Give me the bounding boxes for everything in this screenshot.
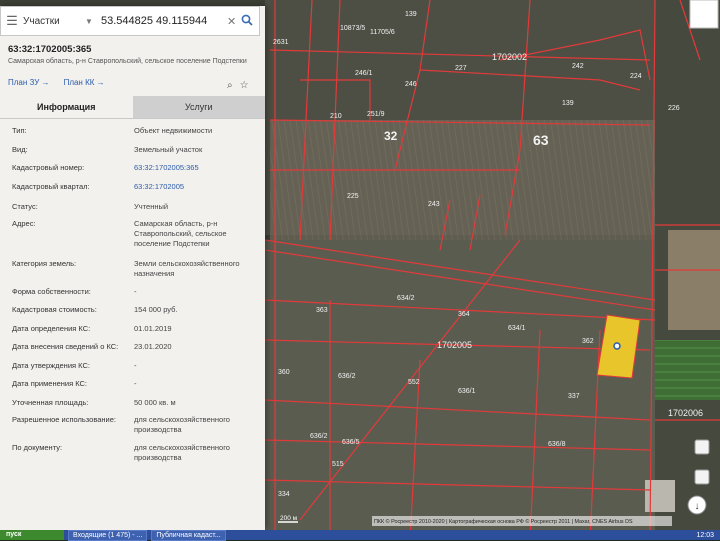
os-taskbar: пуск Входящие (1 475) - ... Публичная ка… — [0, 529, 720, 541]
field-label: Кадастровая стоимость: — [12, 305, 97, 314]
field-label: Форма собственности: — [12, 287, 91, 296]
map-control-button[interactable] — [689, 0, 719, 29]
building-patch — [645, 480, 675, 512]
map-label: 634/2 — [397, 295, 415, 302]
map-label: 334 — [278, 491, 290, 498]
field-label: Дата определения КС: — [12, 324, 91, 333]
search-icon[interactable] — [241, 14, 259, 29]
field-value: для сельскохозяйственного производства — [134, 443, 230, 462]
map-label: 515 — [332, 461, 344, 468]
tab-services[interactable]: Услуги — [132, 96, 265, 118]
map-label: 1702006 — [668, 408, 703, 418]
map-label: 11705/6 — [370, 29, 395, 36]
layer-select[interactable]: Участки — [23, 16, 85, 27]
map-label: 634/1 — [508, 325, 526, 332]
quarter-link[interactable]: 63:32:1702005 — [134, 182, 260, 192]
clock: 12:03 — [696, 531, 714, 539]
field-value: - — [134, 379, 137, 388]
map-label: 2631 — [273, 39, 289, 46]
map-label: 1702005 — [437, 340, 472, 350]
clear-icon[interactable]: ✕ — [227, 15, 241, 28]
map-label: 139 — [405, 11, 417, 18]
field-label: По документу: — [12, 443, 63, 452]
map-label: 242 — [572, 63, 584, 70]
map-label: 337 — [568, 393, 580, 400]
svg-text:↓: ↓ — [695, 501, 700, 512]
map-label: 360 — [278, 369, 290, 376]
panel-tabs: Информация Услуги — [0, 96, 265, 119]
map-label: 224 — [630, 73, 642, 80]
zoom-to-icon[interactable]: ⌕ — [227, 80, 233, 91]
field-label: Уточненная площадь: — [12, 398, 89, 407]
scale-label: 200 м — [280, 515, 298, 522]
cadnum-link[interactable]: 63:32:1702005:365 — [134, 163, 260, 173]
field-label: Дата применения КС: — [12, 379, 88, 388]
field-label: Дата утверждения КС: — [12, 361, 90, 370]
map-label: 636/5 — [342, 439, 360, 446]
map-label: 251/9 — [367, 111, 385, 118]
map-label: 636/8 — [548, 441, 566, 448]
map-label: 243 — [428, 201, 440, 208]
field-label: Кадастровый номер: — [12, 163, 85, 172]
field-value: Учтенный — [134, 202, 169, 211]
map-label: 364 — [458, 311, 470, 318]
map-label: 552 — [408, 379, 420, 386]
start-button[interactable]: пуск — [0, 530, 64, 540]
field-value: - — [134, 361, 137, 370]
search-input[interactable]: 53.544825 49.115944 — [97, 15, 227, 27]
field-label: Разрешенное использование: — [12, 415, 116, 424]
field-value: 154 000 руб. — [134, 305, 178, 314]
parcel-cadnum: 63:32:1702005:365 — [8, 44, 92, 55]
map-label: 362 — [582, 338, 594, 345]
map-label: 139 — [562, 100, 574, 107]
field-value: Самарская область, р-н Ставропольский, с… — [134, 219, 227, 248]
field-value: Земли сельскохозяйственного назначения — [134, 259, 240, 278]
map-label: 225 — [347, 193, 359, 200]
map-label: 363 — [316, 307, 328, 314]
map-label: 1702002 — [492, 52, 527, 62]
field-value: 50 000 кв. м — [134, 398, 176, 407]
field-label: Вид: — [12, 145, 28, 154]
map-label: 226 — [668, 105, 680, 112]
parcel-marker-icon[interactable] — [613, 342, 621, 350]
info-panel: ☰ Участки ▼ 53.544825 49.115944 ✕ 63:32:… — [0, 6, 265, 530]
map-label: 63 — [533, 132, 549, 148]
chevron-down-icon[interactable]: ▼ — [85, 17, 97, 26]
field-label: Категория земель: — [12, 259, 77, 268]
field-label: Кадастровый квартал: — [12, 182, 90, 191]
field-value: Объект недвижимости — [134, 126, 213, 135]
plan-kk-link[interactable]: План КК → — [64, 78, 105, 87]
taskbar-item[interactable]: Публичная кадаст... — [151, 529, 226, 541]
map-label: 10873/5 — [340, 25, 365, 32]
map-label: 227 — [455, 65, 467, 72]
star-icon[interactable]: ☆ — [240, 80, 249, 91]
map-label: 246 — [405, 81, 417, 88]
taskbar-item[interactable]: Входящие (1 475) - ... — [68, 529, 148, 541]
plan-zu-link[interactable]: План ЗУ → — [8, 78, 50, 87]
field-value: Земельный участок — [134, 145, 203, 154]
map-label: 636/2 — [338, 373, 356, 380]
tab-info[interactable]: Информация — [0, 96, 133, 118]
map-label: 32 — [384, 129, 398, 143]
map-label: 636/1 — [458, 388, 476, 395]
map-label: 246/1 — [355, 70, 373, 77]
map-attribution: ПКК © Росреестр 2010-2020 | Картографиче… — [374, 518, 633, 525]
parcel-address: Самарская область, р-н Ставропольский, с… — [8, 58, 247, 65]
field-label: Статус: — [12, 202, 38, 211]
field-value: 01.01.2019 — [134, 324, 172, 333]
field-value: - — [134, 287, 137, 296]
search-bar: ☰ Участки ▼ 53.544825 49.115944 ✕ — [0, 6, 260, 36]
map-label: 636/2 — [310, 433, 328, 440]
field-label: Тип: — [12, 126, 27, 135]
map-label: 210 — [330, 113, 342, 120]
field-label: Дата внесения сведений о КС: — [12, 342, 119, 351]
field-value: 23.01.2020 — [134, 342, 172, 351]
zoom-button[interactable] — [694, 469, 710, 485]
zoom-button[interactable] — [694, 439, 710, 455]
field-value: для сельскохозяйственного производства — [134, 415, 230, 434]
field-label: Адрес: — [12, 219, 36, 228]
menu-icon[interactable]: ☰ — [1, 13, 23, 29]
